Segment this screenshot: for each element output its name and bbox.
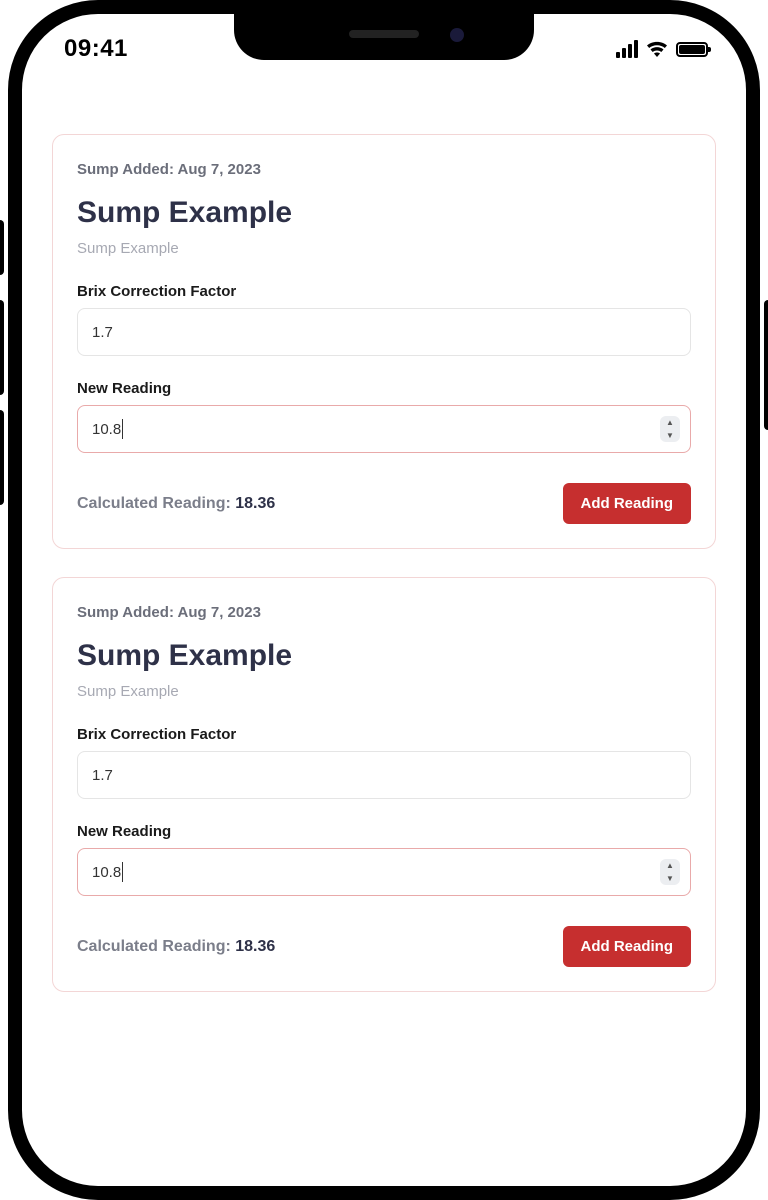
calculated-reading: Calculated Reading: 18.36 bbox=[77, 938, 275, 956]
brix-input[interactable]: 1.7 bbox=[77, 308, 691, 356]
text-cursor bbox=[122, 419, 123, 439]
brix-field-group: Brix Correction Factor 1.7 bbox=[77, 726, 691, 799]
status-time: 09:41 bbox=[64, 35, 128, 63]
reading-field-group: New Reading 10.8 ▲ ▼ bbox=[77, 380, 691, 453]
speaker-icon bbox=[349, 30, 419, 38]
add-reading-button[interactable]: Add Reading bbox=[563, 926, 692, 967]
phone-frame: 09:41 Sump Added: Aug 7, 2023 Sump Examp… bbox=[8, 0, 760, 1200]
sump-added-meta: Sump Added: Aug 7, 2023 bbox=[77, 161, 691, 178]
camera-icon bbox=[450, 28, 464, 42]
brix-input-value: 1.7 bbox=[92, 767, 113, 784]
calc-label-text: Calculated Reading: bbox=[77, 938, 235, 955]
battery-icon bbox=[676, 42, 708, 57]
reading-input[interactable]: 10.8 ▲ ▼ bbox=[77, 405, 691, 453]
sump-subtitle: Sump Example bbox=[77, 240, 691, 257]
calculated-reading: Calculated Reading: 18.36 bbox=[77, 495, 275, 513]
power-button bbox=[764, 300, 768, 430]
sump-title: Sump Example bbox=[77, 639, 691, 673]
sump-subtitle: Sump Example bbox=[77, 683, 691, 700]
stepper-down-icon[interactable]: ▼ bbox=[660, 872, 680, 885]
stepper-down-icon[interactable]: ▼ bbox=[660, 429, 680, 442]
calc-label-text: Calculated Reading: bbox=[77, 495, 235, 512]
brix-input[interactable]: 1.7 bbox=[77, 751, 691, 799]
calc-value: 18.36 bbox=[235, 938, 275, 955]
volume-up-button bbox=[0, 300, 4, 395]
sump-card: Sump Added: Aug 7, 2023 Sump Example Sum… bbox=[52, 134, 716, 549]
card-footer: Calculated Reading: 18.36 Add Reading bbox=[77, 483, 691, 524]
stepper-up-icon[interactable]: ▲ bbox=[660, 859, 680, 872]
number-stepper[interactable]: ▲ ▼ bbox=[660, 859, 680, 885]
sump-title: Sump Example bbox=[77, 196, 691, 230]
wifi-icon bbox=[645, 40, 669, 58]
phone-notch bbox=[234, 12, 534, 60]
reading-field-group: New Reading 10.8 ▲ ▼ bbox=[77, 823, 691, 896]
card-footer: Calculated Reading: 18.36 Add Reading bbox=[77, 926, 691, 967]
reading-input-value: 10.8 bbox=[92, 864, 121, 881]
content-scroll[interactable]: Sump Added: Aug 7, 2023 Sump Example Sum… bbox=[52, 134, 716, 1186]
stepper-up-icon[interactable]: ▲ bbox=[660, 416, 680, 429]
brix-input-value: 1.7 bbox=[92, 324, 113, 341]
reading-label: New Reading bbox=[77, 380, 691, 397]
brix-label: Brix Correction Factor bbox=[77, 726, 691, 743]
number-stepper[interactable]: ▲ ▼ bbox=[660, 416, 680, 442]
sump-added-meta: Sump Added: Aug 7, 2023 bbox=[77, 604, 691, 621]
calc-value: 18.36 bbox=[235, 495, 275, 512]
text-cursor bbox=[122, 862, 123, 882]
status-icons bbox=[616, 40, 708, 58]
brix-field-group: Brix Correction Factor 1.7 bbox=[77, 283, 691, 356]
volume-down-button bbox=[0, 410, 4, 505]
cellular-signal-icon bbox=[616, 40, 638, 58]
add-reading-button[interactable]: Add Reading bbox=[563, 483, 692, 524]
sump-card: Sump Added: Aug 7, 2023 Sump Example Sum… bbox=[52, 577, 716, 992]
reading-label: New Reading bbox=[77, 823, 691, 840]
brix-label: Brix Correction Factor bbox=[77, 283, 691, 300]
reading-input[interactable]: 10.8 ▲ ▼ bbox=[77, 848, 691, 896]
volume-mute-button bbox=[0, 220, 4, 275]
reading-input-value: 10.8 bbox=[92, 421, 121, 438]
